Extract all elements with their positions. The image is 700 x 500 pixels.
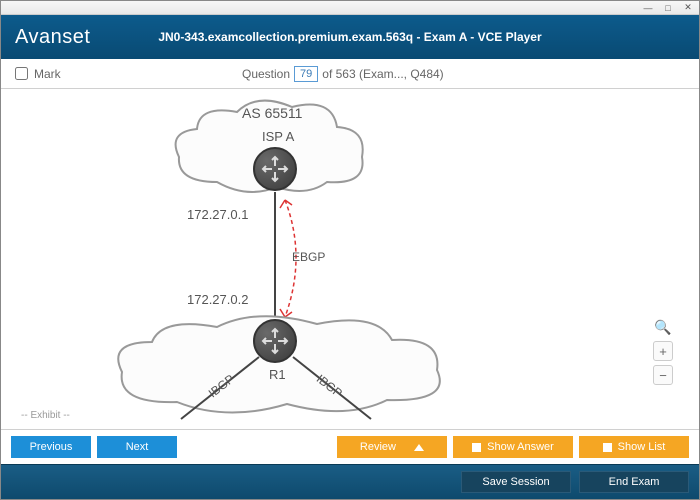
triangle-up-icon bbox=[414, 444, 424, 451]
ebgp-label: EBGP bbox=[292, 250, 325, 264]
stop-icon bbox=[472, 443, 481, 452]
question-indicator: Question 79 of 563 (Exam..., Q484) bbox=[61, 66, 625, 82]
mark-label: Mark bbox=[34, 67, 61, 81]
zoom-controls: 🔍 + − bbox=[653, 317, 673, 385]
mark-checkbox[interactable] bbox=[15, 67, 28, 80]
end-exam-button[interactable]: End Exam bbox=[579, 471, 689, 493]
as-label: AS 65511 bbox=[242, 105, 302, 121]
session-button-bar: Save Session End Exam bbox=[1, 464, 699, 499]
review-button[interactable]: Review bbox=[337, 436, 447, 458]
ip-bottom-label: 172.27.0.2 bbox=[187, 292, 248, 307]
question-total: of 563 (Exam..., Q484) bbox=[322, 67, 443, 81]
network-diagram: AS 65511 ISP A 172.27.0.1 EB bbox=[77, 97, 477, 417]
zoom-in-button[interactable]: + bbox=[653, 341, 673, 361]
exhibit-area: AS 65511 ISP A 172.27.0.1 EB bbox=[17, 97, 683, 425]
question-bar: Mark Question 79 of 563 (Exam..., Q484) bbox=[1, 59, 699, 89]
os-titlebar: — □ ✕ bbox=[1, 1, 699, 15]
stop-icon bbox=[603, 443, 612, 452]
show-list-button[interactable]: Show List bbox=[579, 436, 689, 458]
zoom-out-button[interactable]: − bbox=[653, 365, 673, 385]
app-header: Avanset JN0-343.examcollection.premium.e… bbox=[1, 15, 699, 59]
close-icon[interactable]: ✕ bbox=[681, 3, 695, 13]
mark-checkbox-wrap[interactable]: Mark bbox=[15, 67, 61, 81]
maximize-icon[interactable]: □ bbox=[661, 3, 675, 13]
question-word: Question bbox=[242, 67, 290, 81]
previous-button[interactable]: Previous bbox=[11, 436, 91, 458]
show-answer-button[interactable]: Show Answer bbox=[453, 436, 573, 458]
ip-top-label: 172.27.0.1 bbox=[187, 207, 248, 222]
link-ebgp bbox=[274, 192, 276, 320]
next-button[interactable]: Next bbox=[97, 436, 177, 458]
exhibit-tag: -- Exhibit -- bbox=[21, 410, 70, 421]
r1-label: R1 bbox=[269, 367, 286, 382]
question-number[interactable]: 79 bbox=[294, 66, 318, 82]
magnifier-icon[interactable]: 🔍 bbox=[653, 317, 673, 337]
app-window: — □ ✕ Avanset JN0-343.examcollection.pre… bbox=[0, 0, 700, 500]
save-session-button[interactable]: Save Session bbox=[461, 471, 571, 493]
app-logo: Avanset bbox=[15, 26, 90, 49]
logo-text: Avanset bbox=[15, 26, 90, 49]
content-area: AS 65511 ISP A 172.27.0.1 EB bbox=[1, 89, 699, 429]
minimize-icon[interactable]: — bbox=[641, 3, 655, 13]
nav-button-bar: Previous Next Review Show Answer Show Li… bbox=[1, 429, 699, 464]
window-title: JN0-343.examcollection.premium.exam.563q… bbox=[1, 30, 699, 44]
router-isp-icon bbox=[253, 147, 297, 191]
isp-label: ISP A bbox=[262, 129, 294, 144]
